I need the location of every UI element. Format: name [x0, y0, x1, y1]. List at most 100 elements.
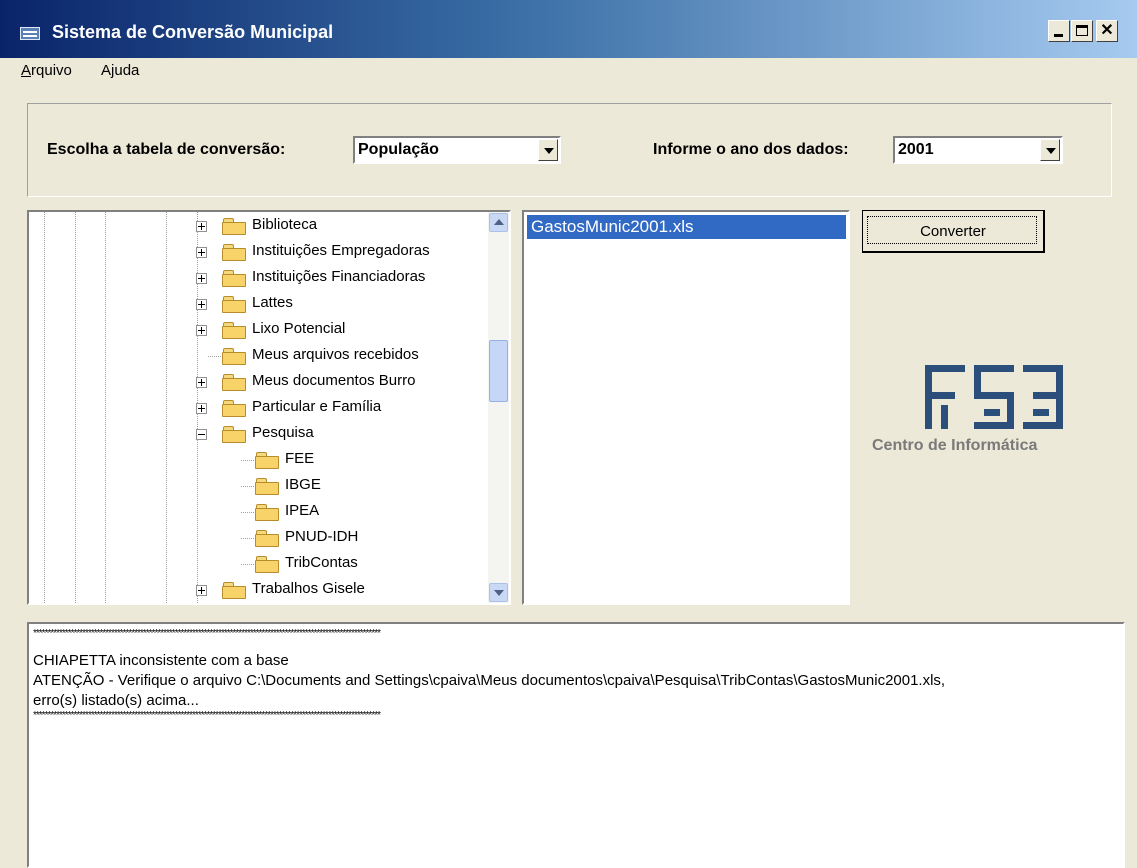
- tree-node[interactable]: Instituições Financiadoras: [196, 267, 486, 291]
- chevron-down-icon[interactable]: [1040, 139, 1060, 161]
- tree-node[interactable]: Pesquisa: [196, 423, 486, 447]
- tree-node[interactable]: Meus documentos Burro: [196, 371, 486, 395]
- log-line: erro(s) listado(s) acima...: [33, 692, 199, 709]
- folder-icon: [222, 581, 246, 599]
- folder-icon: [255, 529, 279, 547]
- tree-node[interactable]: Instituições Empregadoras: [196, 241, 486, 265]
- expand-plus-icon[interactable]: [196, 585, 207, 596]
- tree-node-label: IPEA: [285, 502, 320, 519]
- tree-node-label: TribContas: [285, 554, 358, 571]
- folder-icon: [222, 243, 246, 261]
- expand-plus-icon[interactable]: [196, 273, 207, 284]
- folder-icon: [255, 555, 279, 573]
- folder-icon: [222, 347, 246, 365]
- expand-plus-icon[interactable]: [196, 325, 207, 336]
- tree-node[interactable]: IPEA: [229, 501, 509, 525]
- tree-guide-line: [166, 212, 167, 603]
- expand-plus-icon[interactable]: [196, 403, 207, 414]
- tree-node-label: Pesquisa: [252, 424, 314, 441]
- tree-connector: [241, 460, 254, 461]
- maximize-button[interactable]: [1071, 20, 1093, 42]
- tree-node-label: IBGE: [285, 476, 321, 493]
- expand-plus-icon[interactable]: [196, 247, 207, 258]
- menu-bar: Arquivo Ajuda: [0, 58, 1137, 88]
- menu-ajuda[interactable]: Ajuda: [101, 62, 139, 79]
- close-button[interactable]: ✕: [1096, 20, 1118, 42]
- title-bar[interactable]: Sistema de Conversão Municipal ✕: [0, 0, 1137, 58]
- table-select-value: População: [358, 141, 439, 158]
- tree-node-label: Biblioteca: [252, 216, 318, 233]
- folder-icon: [222, 217, 246, 235]
- table-select[interactable]: População: [353, 136, 561, 164]
- tree-node-label: FEE: [285, 450, 315, 467]
- app-window: Sistema de Conversão Municipal ✕ Arquivo…: [0, 0, 1137, 868]
- minimize-icon: [1054, 34, 1063, 37]
- menu-ajuda-rest: uda: [114, 62, 140, 79]
- tree-node-label: Lattes: [252, 294, 293, 311]
- folder-icon: [255, 503, 279, 521]
- scroll-up-icon[interactable]: [489, 213, 508, 232]
- tree-connector: [241, 564, 254, 565]
- window-title: Sistema de Conversão Municipal: [52, 22, 334, 42]
- folder-icon: [222, 269, 246, 287]
- year-label: Informe o ano dos dados:: [653, 141, 849, 158]
- tree-node[interactable]: FEE: [229, 449, 509, 473]
- menu-arquivo[interactable]: Arquivo: [21, 62, 72, 79]
- tree-node[interactable]: TribContas: [229, 553, 509, 577]
- conversion-options-group: Escolha a tabela de conversão: População…: [27, 103, 1112, 197]
- app-icon[interactable]: [20, 27, 40, 40]
- folder-icon: [222, 295, 246, 313]
- log-separator: ****************************************…: [33, 628, 381, 639]
- tree-guide-line: [44, 212, 45, 603]
- collapse-minus-icon[interactable]: [196, 429, 207, 440]
- tree-node-label: Instituições Financiadoras: [252, 268, 426, 285]
- logo-caption: Centro de Informática: [872, 437, 1038, 454]
- log-line: ATENÇÃO - Verifique o arquivo C:\Documen…: [33, 672, 946, 689]
- scroll-down-icon[interactable]: [489, 583, 508, 602]
- tree-node-label: Meus arquivos recebidos: [252, 346, 419, 363]
- tree-node-label: Lixo Potencial: [252, 320, 346, 337]
- tree-node[interactable]: Lattes: [196, 293, 486, 317]
- log-separator: ****************************************…: [33, 710, 381, 721]
- table-label: Escolha a tabela de conversão:: [47, 141, 286, 158]
- folder-icon: [222, 425, 246, 443]
- close-icon: ✕: [1100, 22, 1114, 39]
- tree-node-label: Particular e Família: [252, 398, 382, 415]
- folder-tree[interactable]: Biblioteca Instituições Empregadoras Insti…: [27, 210, 511, 605]
- tree-connector: [241, 486, 254, 487]
- scroll-thumb[interactable]: [489, 340, 508, 402]
- tree-node[interactable]: Lixo Potencial: [196, 319, 486, 343]
- folder-icon: [255, 477, 279, 495]
- folder-icon: [222, 399, 246, 417]
- tree-node[interactable]: Trabalhos Gisele: [196, 579, 486, 603]
- tree-node[interactable]: PNUD-IDH: [229, 527, 509, 551]
- year-select[interactable]: 2001: [893, 136, 1063, 164]
- expand-plus-icon[interactable]: [196, 221, 207, 232]
- expand-plus-icon[interactable]: [196, 299, 207, 310]
- file-item-selected[interactable]: GastosMunic2001.xls: [527, 215, 846, 239]
- file-list[interactable]: GastosMunic2001.xls: [522, 210, 850, 605]
- menu-arquivo-rest: rquivo: [31, 62, 72, 79]
- expand-plus-icon[interactable]: [196, 377, 207, 388]
- maximize-icon: [1076, 25, 1088, 36]
- tree-node[interactable]: Meus arquivos recebidos: [196, 345, 486, 369]
- tree-guide-line: [75, 212, 76, 603]
- convert-button[interactable]: Converter: [862, 210, 1045, 253]
- folder-icon: [255, 451, 279, 469]
- tree-connector: [208, 356, 221, 357]
- tree-node-label: Trabalhos Gisele: [252, 580, 365, 597]
- convert-button-label: Converter: [920, 223, 986, 240]
- tree-connector: [241, 538, 254, 539]
- tree-node-label: Instituições Empregadoras: [252, 242, 430, 259]
- tree-node[interactable]: Biblioteca: [196, 215, 486, 239]
- folder-icon: [222, 321, 246, 339]
- tree-node[interactable]: Particular e Família: [196, 397, 486, 421]
- tree-node-label: PNUD-IDH: [285, 528, 359, 545]
- tree-node[interactable]: IBGE: [229, 475, 509, 499]
- minimize-button[interactable]: [1048, 20, 1070, 42]
- folder-icon: [222, 373, 246, 391]
- tree-node-label: Meus documentos Burro: [252, 372, 416, 389]
- log-output[interactable]: ****************************************…: [27, 622, 1125, 868]
- year-select-value: 2001: [898, 141, 934, 158]
- chevron-down-icon[interactable]: [538, 139, 558, 161]
